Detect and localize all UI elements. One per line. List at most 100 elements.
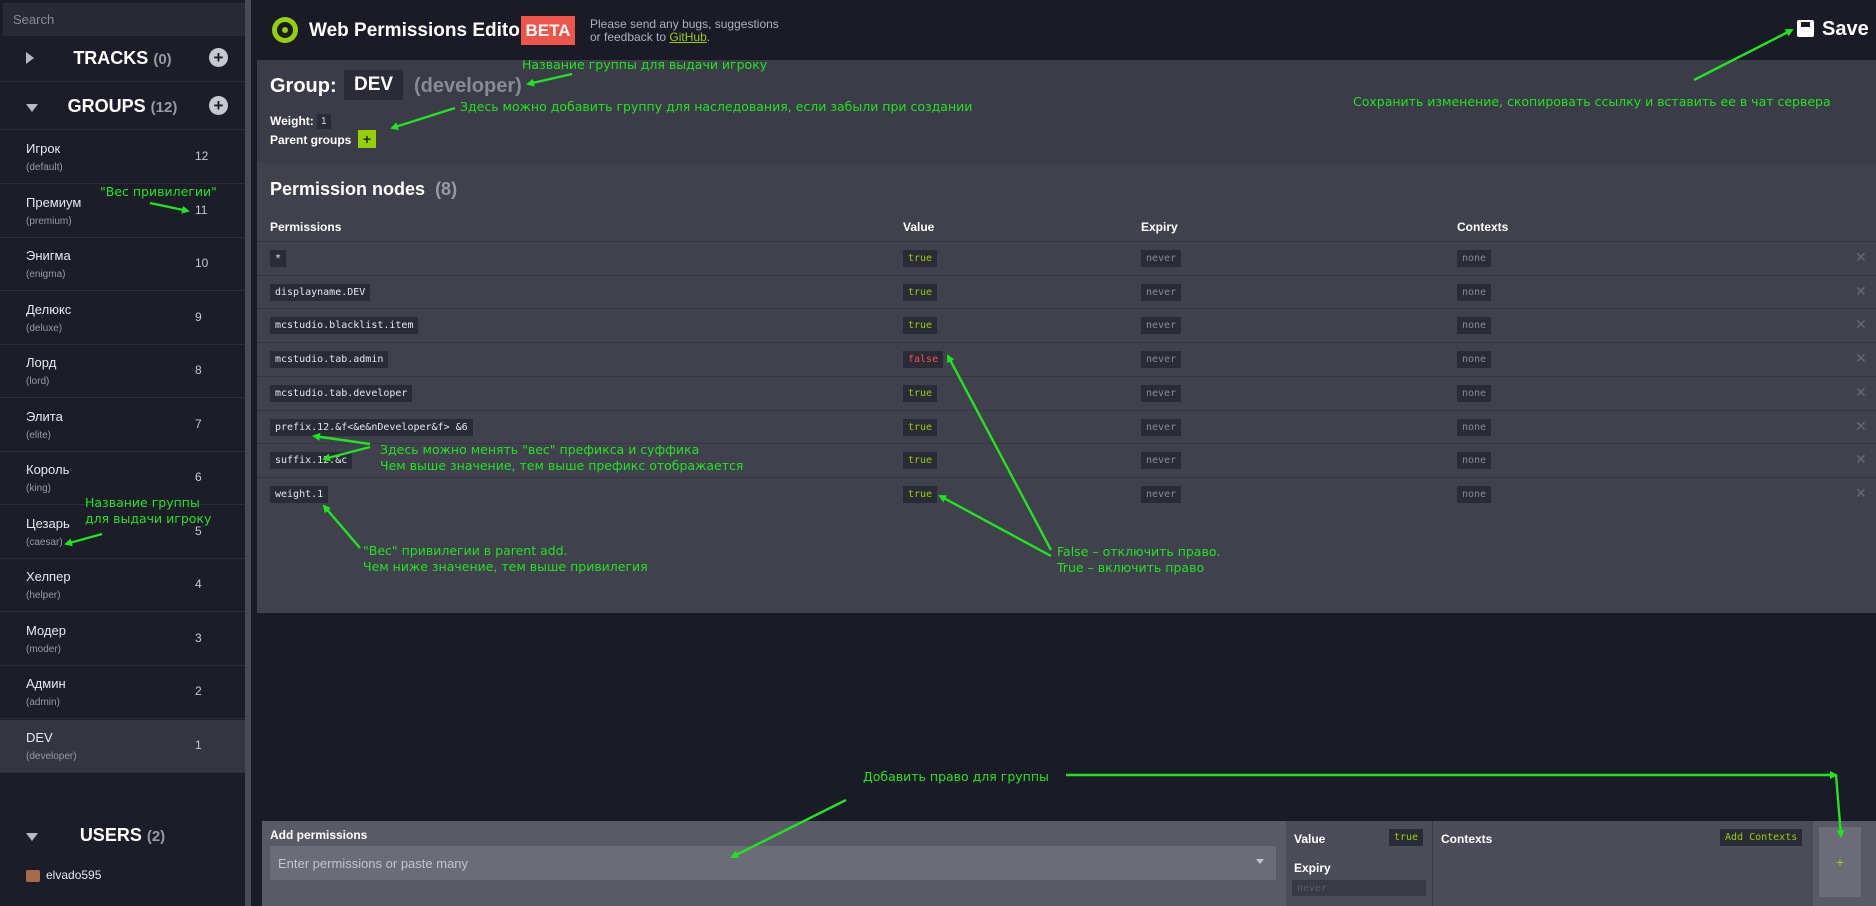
add-permission-submit-button[interactable]: + [1819, 827, 1861, 897]
app-title: Web Permissions Editor [309, 20, 528, 41]
permission-expiry[interactable]: never [1141, 418, 1182, 436]
annotation-prefix: Здесь можно менять "вес" префикса и суфф… [380, 442, 744, 473]
permission-contexts[interactable]: none [1457, 351, 1492, 369]
permission-node[interactable]: * [270, 250, 287, 267]
group-item-weight: 6 [195, 470, 202, 484]
permission-node[interactable]: mcstudio.tab.admin [270, 351, 389, 369]
group-item-weight: 10 [195, 256, 209, 270]
permission-expiry[interactable]: never [1141, 384, 1182, 402]
delete-permission-icon[interactable]: ✕ [1855, 485, 1867, 502]
save-button[interactable]: Save [1797, 18, 1869, 41]
groups-header[interactable]: GROUPS (12) + [0, 86, 245, 130]
permission-node[interactable]: displayname.DEV [270, 283, 371, 301]
save-disk-icon [1797, 20, 1814, 37]
permission-row[interactable]: mcstudio.tab.admin false never none ✕ [257, 342, 1876, 376]
group-item-id: (king) [26, 483, 52, 494]
permission-row[interactable]: prefix.12.&f<&e&nDeveloper&f> &6 true neve… [257, 409, 1876, 444]
search-input[interactable] [3, 3, 245, 36]
group-item-weight: 9 [195, 309, 202, 324]
permission-contexts[interactable]: none [1457, 452, 1492, 470]
group-item[interactable]: Модер (moder) 3 [0, 613, 245, 666]
add-parent-group-button[interactable]: + [358, 130, 376, 148]
col-value[interactable]: Value [903, 220, 934, 234]
delete-permission-icon[interactable]: ✕ [1855, 384, 1867, 401]
permission-row[interactable]: mcstudio.blacklist.item true never none ✕ [257, 308, 1876, 342]
permission-contexts[interactable]: none [1457, 250, 1492, 267]
permission-row[interactable]: weight.1 true never none ✕ [257, 476, 1876, 511]
group-item-name: Цезарь [26, 515, 70, 531]
permission-node[interactable]: suffix.12.&c [270, 452, 353, 470]
group-item-id: (caesar) [26, 536, 63, 548]
permission-value-toggle[interactable]: true [903, 418, 938, 436]
add-expiry-input[interactable] [1292, 880, 1426, 896]
group-item-weight: 11 [195, 202, 208, 217]
permission-value-toggle[interactable]: true [903, 250, 938, 267]
permission-expiry[interactable]: never [1141, 250, 1182, 267]
permission-value-toggle[interactable]: true [903, 317, 938, 335]
top-bar: Web Permissions Editor BETA Please send … [257, 0, 1876, 60]
permission-value-toggle[interactable]: true [903, 452, 938, 470]
permission-expiry[interactable]: never [1141, 351, 1182, 369]
group-display-name: (developer) [414, 75, 522, 97]
permission-title: Permission nodes (8) [270, 179, 458, 199]
col-permissions[interactable]: Permissions [270, 220, 341, 234]
permission-value-toggle[interactable]: true [903, 283, 938, 301]
permission-expiry[interactable]: never [1141, 485, 1182, 503]
permission-row[interactable]: displayname.DEV true never none ✕ [257, 274, 1876, 309]
delete-permission-icon[interactable]: ✕ [1855, 418, 1867, 435]
users-title: USERS (2) [79, 825, 166, 845]
permission-row[interactable]: * true never none ✕ [257, 241, 1876, 275]
permission-value-toggle[interactable]: true [903, 485, 938, 503]
annotation-add-permission: Добавить право для группы [863, 769, 1049, 784]
permission-contexts[interactable]: none [1457, 485, 1492, 503]
permission-node[interactable]: mcstudio.blacklist.item [270, 317, 419, 335]
permission-expiry[interactable]: never [1141, 452, 1182, 470]
annotation-weight-parent: "Вес" привилегии в parent add. Чем ниже з… [363, 543, 648, 574]
add-value-toggle[interactable]: true [1389, 829, 1424, 846]
group-item[interactable]: Лорд (lord) 8 [0, 345, 245, 398]
group-item[interactable]: Делюкс (deluxe) 9 [0, 292, 245, 345]
permission-contexts[interactable]: none [1457, 283, 1492, 301]
delete-permission-icon[interactable]: ✕ [1855, 249, 1867, 266]
group-item[interactable]: Энигма (enigma) 10 [0, 238, 245, 291]
group-item[interactable]: Админ (admin) 2 [0, 666, 245, 719]
permission-value-toggle[interactable]: false [903, 351, 944, 369]
group-item[interactable]: Игрок (default) 12 [0, 131, 245, 184]
group-item-name: DEV [26, 729, 53, 745]
delete-permission-icon[interactable]: ✕ [1855, 350, 1867, 367]
permission-value-toggle[interactable]: true [903, 384, 938, 402]
permission-expiry[interactable]: never [1141, 317, 1182, 335]
permission-node[interactable]: weight.1 [270, 485, 329, 503]
add-group-button[interactable]: + [209, 96, 228, 115]
permission-contexts[interactable]: none [1457, 317, 1492, 335]
group-item[interactable]: Хелпер (helper) 4 [0, 559, 245, 612]
delete-permission-icon[interactable]: ✕ [1855, 451, 1867, 468]
col-expiry[interactable]: Expiry [1141, 220, 1178, 234]
col-contexts[interactable]: Contexts [1457, 220, 1508, 234]
permission-node[interactable]: mcstudio.tab.developer [270, 384, 413, 402]
add-permission-input[interactable] [270, 846, 1276, 880]
permission-row[interactable]: mcstudio.tab.developer true never none ✕ [257, 375, 1876, 410]
permission-expiry[interactable]: never [1141, 283, 1182, 301]
group-item-name: Админ [26, 676, 66, 691]
user-item[interactable]: elvado595 [26, 868, 101, 882]
empty-area [257, 613, 1876, 823]
group-item-weight: 3 [195, 630, 202, 645]
group-item[interactable]: DEV (developer) 1 [0, 719, 245, 773]
group-item[interactable]: Элита (elite) 7 [0, 399, 245, 452]
add-track-button[interactable]: + [209, 48, 228, 67]
group-item-id: (developer) [26, 750, 77, 762]
delete-permission-icon[interactable]: ✕ [1855, 283, 1867, 300]
group-item-weight: 12 [195, 149, 209, 163]
permission-node[interactable]: prefix.12.&f<&e&nDeveloper&f> &6 [270, 418, 473, 436]
delete-permission-icon[interactable]: ✕ [1855, 316, 1867, 333]
group-name: DEV [344, 70, 404, 100]
permission-contexts[interactable]: none [1457, 418, 1492, 436]
group-item-id: (enigma) [26, 269, 66, 280]
github-link[interactable]: GitHub [669, 30, 706, 44]
permission-contexts[interactable]: none [1457, 384, 1492, 402]
users-header[interactable]: USERS (2) [0, 815, 245, 859]
dropdown-caret-icon[interactable] [1256, 859, 1264, 864]
add-contexts-button[interactable]: Add Contexts [1720, 829, 1803, 846]
tracks-header[interactable]: TRACKS (0) + [0, 38, 245, 82]
